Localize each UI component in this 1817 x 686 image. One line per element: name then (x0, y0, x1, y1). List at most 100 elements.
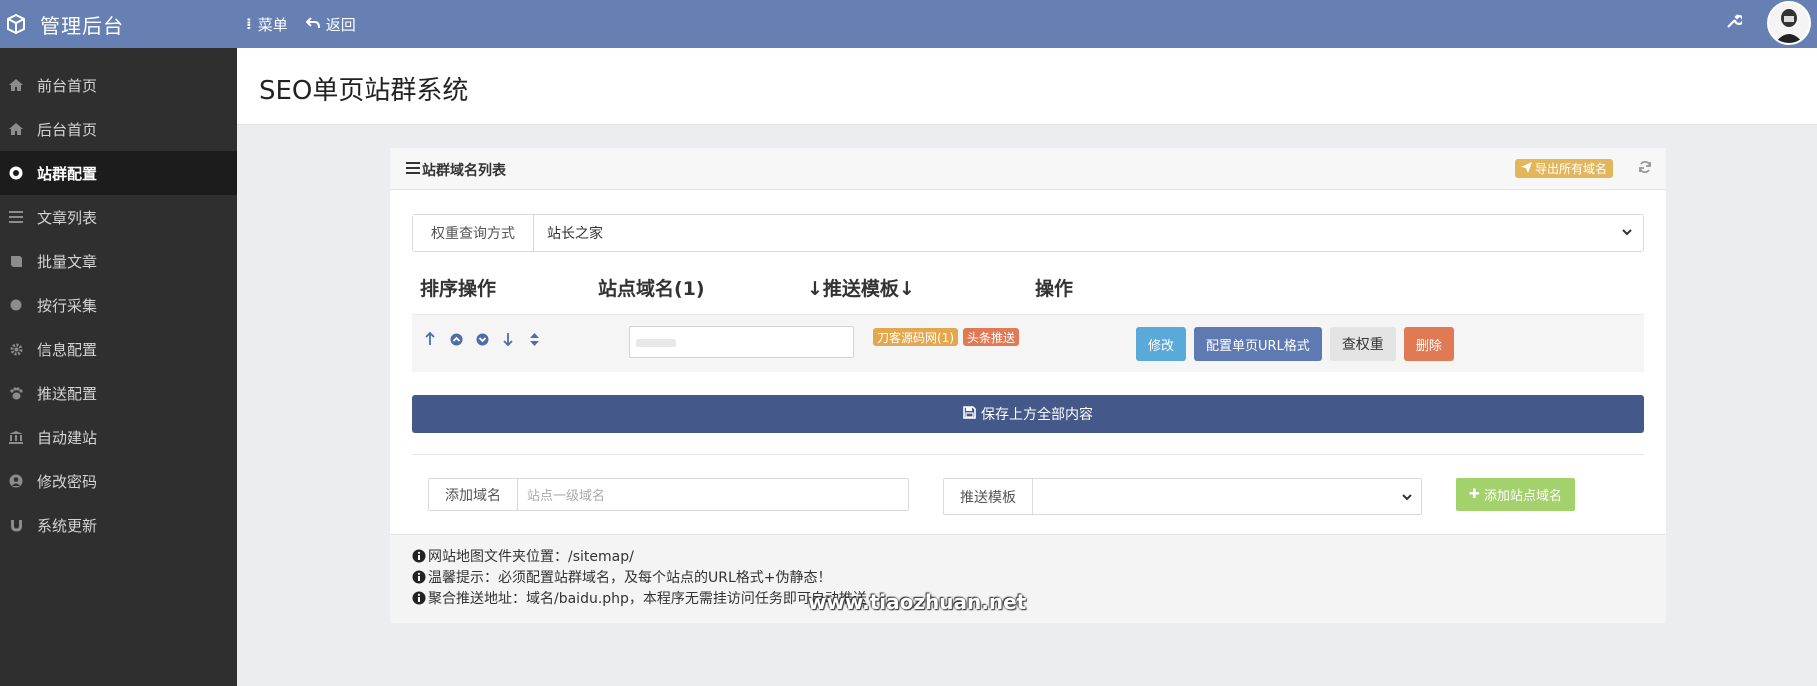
list-icon (8, 209, 24, 225)
app-title: 管理后台 (40, 13, 124, 38)
export-label: 导出所有域名 (1535, 162, 1608, 176)
add-site-label: 添加站点域名 (1483, 489, 1562, 504)
add-domain-group: 添加域名 站点一级域名 (428, 478, 909, 511)
blurred-domain-text (636, 339, 676, 347)
move-bottom-arrow-icon[interactable] (500, 331, 516, 347)
add-domain-input[interactable]: 站点一级域名 (518, 479, 908, 510)
panel-header: 站群域名列表 导出所有域名 (390, 148, 1666, 190)
refresh-button[interactable] (1636, 160, 1654, 178)
panel-title-text: 站群域名列表 (422, 163, 506, 179)
edit-button[interactable]: 修改 (1136, 327, 1187, 361)
sidebar-item-label: 文章列表 (37, 208, 98, 227)
template-tag[interactable]: 刀客源码网(1) (873, 328, 958, 346)
watermark: www.tiaozhuan.net (808, 590, 1027, 614)
tip-text: 网站地图文件夹位置：/sitemap/ (428, 548, 634, 565)
brand[interactable]: 管理后台 (0, 0, 237, 48)
sidebar-item-label: 后台首页 (37, 120, 98, 139)
menu-label: 菜单 (257, 15, 288, 34)
tip-line: 温馨提示：必须配置站群域名，及每个站点的URL格式+伪静态！ (412, 566, 1666, 587)
paw-icon (8, 385, 24, 401)
tips-box: 网站地图文件夹位置：/sitemap/ 温馨提示：必须配置站群域名，及每个站点的… (390, 534, 1666, 623)
sidebar-item-label: 自动建站 (37, 428, 98, 447)
back-button[interactable]: 返回 (305, 14, 356, 35)
paper-plane-icon (1521, 161, 1532, 176)
push-template-label: 推送模板 (944, 479, 1033, 514)
page-title: SEO单页站群系统 (259, 76, 469, 106)
save-all-button[interactable]: 保存上方全部内容 (412, 395, 1644, 433)
push-template-tags: 刀客源码网(1) 头条推送 (873, 328, 1024, 346)
circle-icon (8, 297, 24, 313)
sidebar-item-backend-home[interactable]: 后台首页 (0, 107, 237, 151)
move-down-circle-icon[interactable] (474, 331, 490, 347)
settings-wrench-button[interactable] (1722, 11, 1746, 35)
sidebar-item-batch-articles[interactable]: 批量文章 (0, 239, 237, 283)
column-header-actions: 操作 (1035, 278, 1074, 300)
back-label: 返回 (325, 15, 356, 34)
chevron-down-icon (1401, 490, 1413, 508)
plus-icon: ✚ (1469, 487, 1480, 502)
column-header-domain: 站点域名(1) (598, 278, 705, 300)
sidebar-item-change-password[interactable]: 修改密码 (0, 459, 237, 503)
sidebar-item-system-update[interactable]: 系统更新 (0, 503, 237, 547)
weight-query-select[interactable]: 站长之家 (534, 215, 1643, 251)
delete-button[interactable]: 删除 (1403, 327, 1454, 361)
top-nav: ⁞ 菜单 返回 (246, 0, 374, 48)
sidebar-item-label: 前台首页 (37, 76, 98, 95)
sort-controls (422, 331, 552, 347)
cube-icon (6, 13, 26, 35)
check-weight-button[interactable]: 查权重 (1329, 327, 1396, 361)
bank-icon (8, 429, 24, 445)
avatar[interactable] (1767, 1, 1811, 45)
sidebar: 前台首页 后台首页 站群配置 文章列表 批量文章 按行采集 信息配置 推送配置 … (0, 48, 237, 686)
user-circle-icon (8, 473, 24, 489)
sidebar-item-label: 系统更新 (37, 516, 98, 535)
row-actions: 修改 配置单页URL格式 查权重 删除 (1136, 327, 1462, 361)
divider (412, 454, 1644, 455)
home-icon (8, 121, 24, 137)
move-up-circle-icon[interactable] (448, 331, 464, 347)
magnet-icon (8, 517, 24, 533)
page-header: SEO单页站群系统 (237, 48, 1817, 125)
menu-toggle-button[interactable]: ⁞ 菜单 (246, 14, 288, 35)
book-icon (8, 253, 24, 269)
add-site-domain-button[interactable]: ✚ 添加站点域名 (1456, 478, 1575, 511)
move-top-arrow-icon[interactable] (422, 331, 438, 347)
domain-list-panel: 站群域名列表 导出所有域名 权重查询方式 站长之家 排序操作 站点域名(1) ↓… (390, 148, 1666, 623)
weight-query-label: 权重查询方式 (413, 215, 534, 251)
chevron-down-icon (1621, 225, 1633, 243)
push-template-select[interactable] (1033, 479, 1421, 514)
reply-icon (305, 15, 320, 33)
column-header-template: ↓推送模板↓ (807, 278, 915, 300)
template-tag[interactable]: 头条推送 (963, 328, 1020, 346)
top-bar: 管理后台 ⁞ 菜单 返回 (0, 0, 1817, 48)
bars-icon (406, 162, 420, 178)
info-icon (412, 570, 426, 584)
sidebar-item-auto-build[interactable]: 自动建站 (0, 415, 237, 459)
table-row: 刀客源码网(1) 头条推送 修改 配置单页URL格式 查权重 删除 (412, 314, 1644, 372)
weight-query-group: 权重查询方式 站长之家 (412, 214, 1644, 252)
gear-icon (8, 341, 24, 357)
sidebar-item-label: 信息配置 (37, 340, 98, 359)
sidebar-item-site-config[interactable]: 站群配置 (0, 151, 237, 195)
site-domain-input[interactable] (629, 326, 854, 358)
sidebar-item-frontend-home[interactable]: 前台首页 (0, 63, 237, 107)
tip-text: 聚合推送地址：域名/baidu.php，本程序无需挂访问任务即可自动推送 (428, 590, 867, 607)
wrench-icon (1726, 13, 1745, 33)
weight-query-value: 站长之家 (547, 226, 603, 242)
sidebar-item-line-collect[interactable]: 按行采集 (0, 283, 237, 327)
table-header: 排序操作 站点域名(1) ↓推送模板↓ 操作 (412, 266, 1644, 306)
sidebar-item-article-list[interactable]: 文章列表 (0, 195, 237, 239)
chrome-icon (8, 165, 24, 181)
configure-url-format-button[interactable]: 配置单页URL格式 (1194, 327, 1322, 361)
tip-line: 网站地图文件夹位置：/sitemap/ (412, 545, 1666, 566)
sidebar-item-label: 按行采集 (37, 296, 98, 315)
refresh-icon (1638, 160, 1652, 178)
info-icon (412, 591, 426, 605)
export-all-domains-button[interactable]: 导出所有域名 (1515, 159, 1614, 178)
sidebar-item-info-config[interactable]: 信息配置 (0, 327, 237, 371)
sort-icon[interactable] (526, 331, 542, 347)
home-icon (8, 77, 24, 93)
column-header-sort: 排序操作 (420, 278, 497, 300)
tip-line: 聚合推送地址：域名/baidu.php，本程序无需挂访问任务即可自动推送 (412, 587, 1666, 608)
sidebar-item-push-config[interactable]: 推送配置 (0, 371, 237, 415)
